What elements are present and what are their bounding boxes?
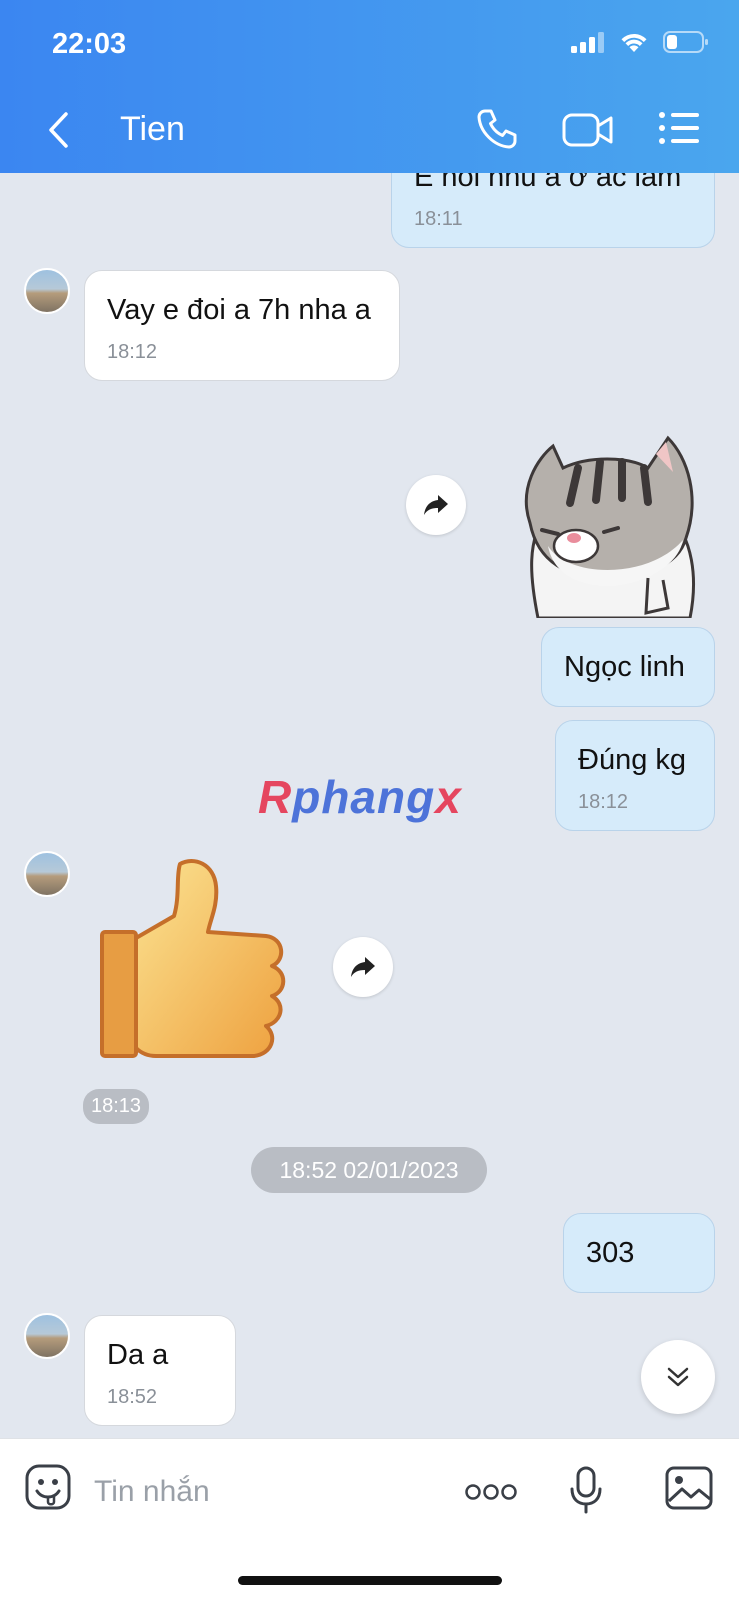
message-input[interactable]: Tin nhắn [94, 1475, 210, 1509]
share-arrow-icon [351, 957, 375, 977]
signal-icon [571, 32, 604, 53]
voice-call-button[interactable] [476, 108, 518, 155]
status-time: 22:03 [52, 28, 127, 60]
message-time: 18:11 [414, 208, 463, 230]
smiley-sticker-icon [25, 1464, 71, 1510]
battery-icon [663, 31, 708, 53]
watermark-part: phang [292, 771, 436, 823]
status-icons [571, 30, 709, 54]
message-bubble-outgoing[interactable]: Đúng kg 18:12 [555, 720, 715, 831]
wifi-icon [621, 33, 647, 52]
message-time: 18:12 [578, 791, 629, 813]
forward-button[interactable] [333, 937, 393, 997]
video-call-button[interactable] [562, 110, 614, 155]
message-bubble-incoming[interactable]: Da a 18:52 [84, 1315, 236, 1426]
home-indicator[interactable] [238, 1576, 502, 1585]
date-separator: 18:52 02/01/2023 [251, 1147, 487, 1193]
message-text: 303 [586, 1237, 635, 1269]
message-bubble-outgoing[interactable]: Ngọc linh [541, 627, 715, 707]
double-chevron-down-icon [667, 1367, 689, 1387]
message-text: Ngọc linh [564, 651, 685, 683]
message-bubble-outgoing[interactable]: 303 [563, 1213, 715, 1293]
send-image-button[interactable] [664, 1465, 714, 1516]
scroll-to-bottom-button[interactable] [641, 1340, 715, 1414]
avatar[interactable] [24, 268, 70, 314]
avatar[interactable] [24, 851, 70, 897]
watermark: Rphangx [258, 770, 462, 824]
contact-name[interactable]: Tien [120, 110, 185, 149]
watermark-part: x [435, 771, 462, 823]
message-list[interactable]: E hỏi nhu a ở ác lam 18:11 Vay e đoi a 7… [0, 173, 739, 1438]
share-arrow-icon [424, 495, 448, 515]
sticker-button[interactable] [24, 1463, 72, 1516]
message-time: 18:13 [83, 1089, 150, 1124]
forward-button[interactable] [406, 475, 466, 535]
list-menu-icon [659, 112, 699, 144]
microphone-icon [570, 1466, 602, 1514]
chevron-left-icon [49, 112, 68, 148]
cat-sticker[interactable] [508, 428, 708, 618]
more-options-button[interactable] [464, 1483, 518, 1506]
voice-record-button[interactable] [568, 1465, 604, 1520]
more-dots-icon [465, 1484, 517, 1500]
thumbs-up-sticker[interactable] [96, 856, 292, 1066]
image-gallery-icon [665, 1466, 713, 1510]
message-time: 18:52 [107, 1386, 158, 1408]
watermark-part: R [258, 771, 293, 823]
message-input-bar: Tin nhắn [0, 1438, 739, 1601]
message-text: E hỏi nhu a ở ác lam [414, 173, 682, 193]
chat-header: 22:03 Tien [0, 0, 739, 173]
message-text: Da a [107, 1339, 169, 1371]
message-text: Vay e đoi a 7h nha a [107, 294, 371, 326]
message-bubble-incoming[interactable]: Vay e đoi a 7h nha a 18:12 [84, 270, 400, 381]
video-camera-icon [562, 113, 613, 147]
message-bubble-outgoing[interactable]: E hỏi nhu a ở ác lam 18:11 [391, 173, 715, 248]
message-time: 18:12 [107, 341, 158, 363]
message-text: Đúng kg [578, 744, 687, 776]
avatar[interactable] [24, 1313, 70, 1359]
chat-options-button[interactable] [658, 110, 700, 151]
phone-icon [477, 109, 517, 149]
back-button[interactable] [40, 110, 80, 150]
